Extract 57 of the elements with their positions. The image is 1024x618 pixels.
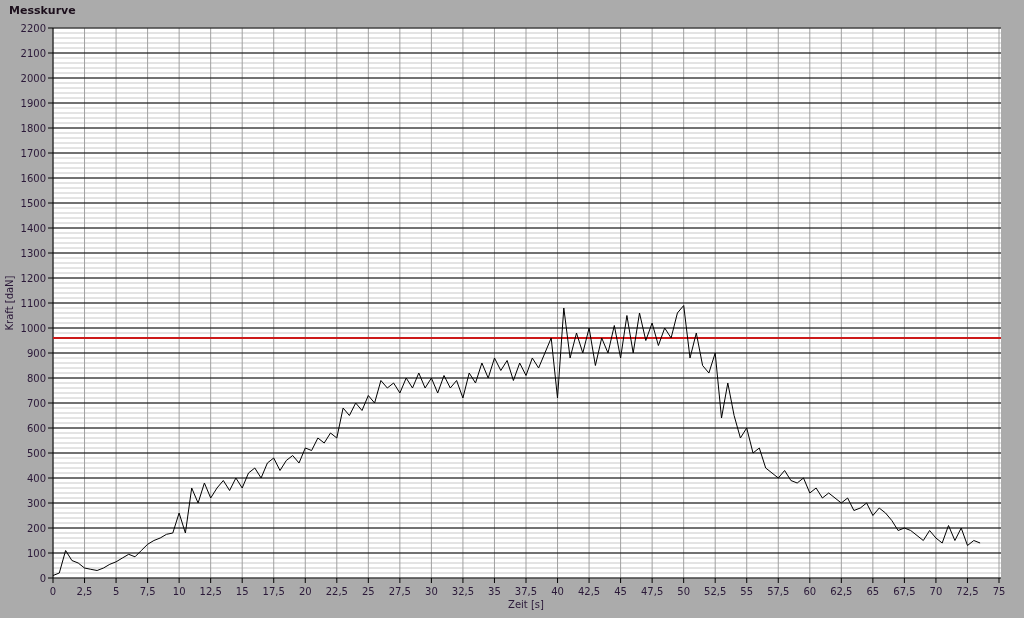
axis-tick-label: 900 [26, 347, 46, 359]
axis-tick-label: 700 [26, 397, 46, 409]
axis-tick-label: 15 [235, 586, 249, 597]
axis-tick-label: 1500 [20, 197, 46, 209]
axis-tick-label: 100 [26, 547, 46, 559]
axis-tick-label: 72,5 [956, 586, 979, 597]
axis-tick-label: 2100 [20, 47, 46, 59]
axis-tick-label: 17,5 [262, 586, 285, 597]
axis-tick-label: 27,5 [388, 586, 411, 597]
axis-tick-label: 62,5 [830, 586, 853, 597]
axis-tick-label: 600 [26, 422, 46, 434]
axis-tick-label: 1600 [20, 172, 46, 184]
axis-tick-label: 50 [677, 586, 691, 597]
y-axis-label: Kraft [daN] [4, 275, 15, 331]
axis-tick-label: 1300 [20, 247, 46, 259]
axis-tick-label: 500 [26, 447, 46, 459]
axis-tick-label: 75 [992, 586, 1006, 597]
axis-tick-label: 1900 [20, 97, 46, 109]
axis-tick-label: 12,5 [199, 586, 222, 597]
axis-tick-label: 0 [49, 586, 57, 597]
axis-tick-label: 5 [112, 586, 120, 597]
axis-tick-label: 67,5 [893, 586, 916, 597]
axis-tick-label: 47,5 [641, 586, 664, 597]
axis-tick-label: 1400 [20, 222, 46, 234]
axis-tick-label: 300 [26, 497, 46, 509]
axis-tick-label: 60 [803, 586, 817, 597]
axis-tick-label: 0 [39, 572, 46, 584]
axis-tick-label: 55 [740, 586, 754, 597]
axis-tick-label: 1800 [20, 122, 46, 134]
axis-tick-label: 22,5 [325, 586, 348, 597]
axis-tick-label: 2,5 [76, 586, 93, 597]
axis-tick-label: 1200 [20, 272, 46, 284]
axis-tick-label: 2200 [20, 22, 46, 34]
axis-tick-label: 400 [26, 472, 46, 484]
axis-tick-label: 40 [551, 586, 564, 597]
axis-tick-label: 1000 [20, 322, 46, 334]
axis-tick-label: 70 [929, 586, 943, 597]
x-axis-label: Zeit [s] [508, 599, 544, 610]
axis-tick-label: 7,5 [139, 586, 156, 597]
axis-tick-label: 10 [172, 586, 186, 597]
axis-tick-label: 1700 [20, 147, 46, 159]
axis-tick-label: 42,5 [577, 586, 601, 597]
axis-tick-label: 2000 [20, 72, 46, 84]
axis-tick-label: 35 [488, 586, 501, 597]
axis-tick-label: 57,5 [767, 586, 790, 597]
axis-tick-label: 37,5 [514, 586, 538, 597]
axis-tick-label: 25 [361, 586, 375, 597]
axis-tick-label: 20 [298, 586, 312, 597]
axis-tick-label: 65 [866, 586, 880, 597]
axis-tick-label: 1100 [20, 297, 46, 309]
axis-tick-label: 800 [26, 372, 46, 384]
axis-tick-label: 52,5 [704, 586, 727, 597]
axis-tick-label: 32,5 [451, 586, 475, 597]
axis-tick-label: 30 [425, 586, 438, 597]
chart-title: Messkurve [9, 3, 76, 17]
axis-tick-label: 200 [26, 522, 46, 534]
axis-tick-label: 45 [614, 586, 627, 597]
